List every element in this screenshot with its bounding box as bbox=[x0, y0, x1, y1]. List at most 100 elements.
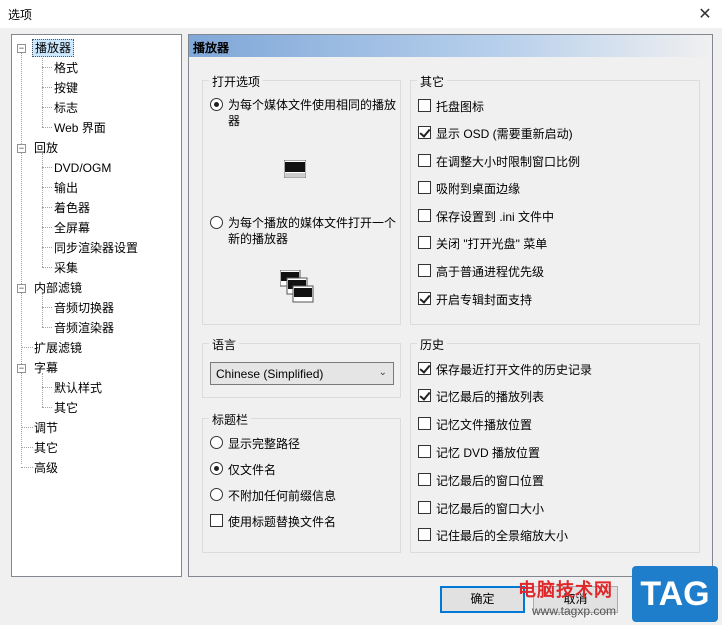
close-icon: ✕ bbox=[698, 6, 712, 23]
save-recent-checkbox[interactable]: 保存最近打开文件的历史记录 bbox=[418, 361, 592, 378]
tree-item-default-style[interactable]: 默认样式 bbox=[52, 379, 104, 397]
limit-aspect-checkbox[interactable]: 在调整大小时限制窗口比例 bbox=[418, 153, 580, 170]
close-button[interactable]: ✕ bbox=[688, 0, 722, 28]
checkbox-indicator bbox=[418, 209, 431, 222]
option-label: 记忆 DVD 播放位置 bbox=[436, 446, 541, 460]
tree-item-player[interactable]: 播放器 bbox=[32, 39, 75, 57]
remember-dvd-pos-checkbox[interactable]: 记忆 DVD 播放位置 bbox=[418, 444, 540, 461]
tree-line bbox=[42, 187, 52, 188]
options-tree[interactable]: − − − − 播放器 格式 按键 标志 Web 界面 回放 DVD/OGM 输… bbox=[11, 34, 182, 577]
tree-item-capture[interactable]: 采集 bbox=[52, 259, 80, 277]
tree-item-audio-renderer[interactable]: 音频渲染器 bbox=[52, 319, 116, 337]
tree-line bbox=[42, 327, 52, 328]
tree-item-subtitles[interactable]: 字幕 bbox=[32, 359, 60, 377]
option-label: 记忆最后的窗口大小 bbox=[436, 502, 545, 516]
checkbox-indicator bbox=[418, 292, 431, 305]
hide-open-disc-checkbox[interactable]: 关闭 "打开光盘" 菜单 bbox=[418, 235, 547, 252]
radio-indicator bbox=[210, 462, 223, 475]
tree-item-fullscreen[interactable]: 全屏幕 bbox=[52, 219, 92, 237]
title-bar: 选项 ✕ bbox=[0, 0, 722, 28]
tree-item-dvd-ogm[interactable]: DVD/OGM bbox=[52, 159, 113, 177]
checkbox-indicator bbox=[418, 154, 431, 167]
tree-line bbox=[42, 267, 52, 268]
tree-item-playback[interactable]: 回放 bbox=[32, 139, 60, 157]
option-label: 保存最近打开文件的历史记录 bbox=[436, 363, 593, 377]
option-label: 保存设置到 .ini 文件中 bbox=[436, 210, 555, 224]
ok-button[interactable]: 确定 bbox=[440, 586, 525, 613]
checkbox-indicator bbox=[418, 417, 431, 430]
collapse-icon[interactable]: − bbox=[17, 44, 26, 53]
tree-item-label: 高级 bbox=[34, 461, 59, 475]
snap-to-desktop-checkbox[interactable]: 吸附到桌面边缘 bbox=[418, 180, 520, 197]
tree-item-label: DVD/OGM bbox=[54, 161, 112, 175]
checkbox-indicator bbox=[418, 264, 431, 277]
use-title-checkbox[interactable]: 使用标题替换文件名 bbox=[210, 513, 336, 530]
tree-line bbox=[42, 373, 43, 407]
tree-item-keys[interactable]: 按键 bbox=[52, 79, 80, 97]
file-name-radio[interactable]: 仅文件名 bbox=[210, 461, 276, 478]
tree-line bbox=[42, 407, 52, 408]
option-label: 不附加任何前缀信息 bbox=[228, 489, 337, 503]
tree-line bbox=[42, 167, 52, 168]
checkbox-indicator bbox=[418, 501, 431, 514]
checkbox-indicator bbox=[418, 99, 431, 112]
tree-line bbox=[42, 207, 52, 208]
full-path-radio[interactable]: 显示完整路径 bbox=[210, 435, 300, 452]
tree-line bbox=[42, 153, 43, 267]
option-label: 记住最后的全景缩放大小 bbox=[436, 529, 569, 543]
chevron-down-icon: ⌄ bbox=[378, 367, 387, 378]
new-player-radio[interactable]: 为每个播放的媒体文件打开一个新的播放器 bbox=[210, 215, 396, 247]
cover-art-checkbox[interactable]: 开启专辑封面支持 bbox=[418, 291, 532, 308]
watermark-site-name: 电脑技术网 bbox=[518, 580, 613, 600]
option-label: 托盘图标 bbox=[436, 100, 485, 114]
tree-item-external-filters[interactable]: 扩展滤镜 bbox=[32, 339, 84, 357]
language-select[interactable]: Chinese (Simplified) ⌄ bbox=[210, 362, 394, 385]
no-prefix-radio[interactable]: 不附加任何前缀信息 bbox=[210, 487, 336, 504]
collapse-icon[interactable]: − bbox=[17, 364, 26, 373]
remember-window-pos-checkbox[interactable]: 记忆最后的窗口位置 bbox=[418, 472, 544, 489]
save-ini-checkbox[interactable]: 保存设置到 .ini 文件中 bbox=[418, 208, 554, 225]
collapse-icon[interactable]: − bbox=[17, 144, 26, 153]
other-group: 其它 bbox=[410, 73, 700, 325]
radio-indicator bbox=[210, 98, 223, 111]
remember-playlist-checkbox[interactable]: 记忆最后的播放列表 bbox=[418, 388, 544, 405]
show-osd-checkbox[interactable]: 显示 OSD (需要重新启动) bbox=[418, 125, 573, 142]
tree-line bbox=[42, 53, 43, 127]
option-label: 显示完整路径 bbox=[228, 437, 301, 451]
high-priority-checkbox[interactable]: 高于普通进程优先级 bbox=[418, 263, 544, 280]
window-title: 选项 bbox=[8, 8, 33, 22]
tree-item-label: 回放 bbox=[34, 141, 59, 155]
remember-window-size-checkbox[interactable]: 记忆最后的窗口大小 bbox=[418, 500, 544, 517]
tree-item-sync-renderer[interactable]: 同步渲染器设置 bbox=[52, 239, 140, 257]
radio-indicator bbox=[210, 488, 223, 501]
tree-item-label: 音频切换器 bbox=[54, 301, 115, 315]
checkbox-indicator bbox=[418, 181, 431, 194]
page-title: 播放器 bbox=[193, 41, 230, 55]
tree-item-label: 按键 bbox=[54, 81, 79, 95]
tree-line bbox=[42, 387, 52, 388]
group-title: 打开选项 bbox=[209, 73, 264, 90]
remember-pan-scan-checkbox[interactable]: 记住最后的全景缩放大小 bbox=[418, 527, 568, 544]
watermark-tag-logo: TAG bbox=[632, 566, 718, 622]
tree-item-formats[interactable]: 格式 bbox=[52, 59, 80, 77]
tree-item-audio-switcher[interactable]: 音频切换器 bbox=[52, 299, 116, 317]
option-label: 仅文件名 bbox=[228, 463, 277, 477]
tree-item-output[interactable]: 输出 bbox=[52, 179, 80, 197]
remember-file-pos-checkbox[interactable]: 记忆文件播放位置 bbox=[418, 416, 532, 433]
tree-item-subtitles-misc[interactable]: 其它 bbox=[52, 399, 80, 417]
tree-item-shaders[interactable]: 着色器 bbox=[52, 199, 92, 217]
tree-item-logo[interactable]: 标志 bbox=[52, 99, 80, 117]
tray-icon-checkbox[interactable]: 托盘图标 bbox=[418, 98, 484, 115]
same-player-radio[interactable]: 为每个媒体文件使用相同的播放器 bbox=[210, 97, 396, 129]
group-title: 标题栏 bbox=[209, 411, 252, 428]
tree-item-advanced[interactable]: 高级 bbox=[32, 459, 60, 477]
radio-indicator bbox=[210, 436, 223, 449]
collapse-icon[interactable]: − bbox=[17, 284, 26, 293]
tree-item-label: Web 界面 bbox=[54, 121, 106, 135]
tree-item-misc[interactable]: 其它 bbox=[32, 439, 60, 457]
tree-item-web-ui[interactable]: Web 界面 bbox=[52, 119, 108, 137]
single-player-icon bbox=[284, 160, 306, 178]
tree-item-tweaks[interactable]: 调节 bbox=[32, 419, 60, 437]
tree-line bbox=[42, 67, 52, 68]
tree-item-internal-filters[interactable]: 内部滤镜 bbox=[32, 279, 84, 297]
